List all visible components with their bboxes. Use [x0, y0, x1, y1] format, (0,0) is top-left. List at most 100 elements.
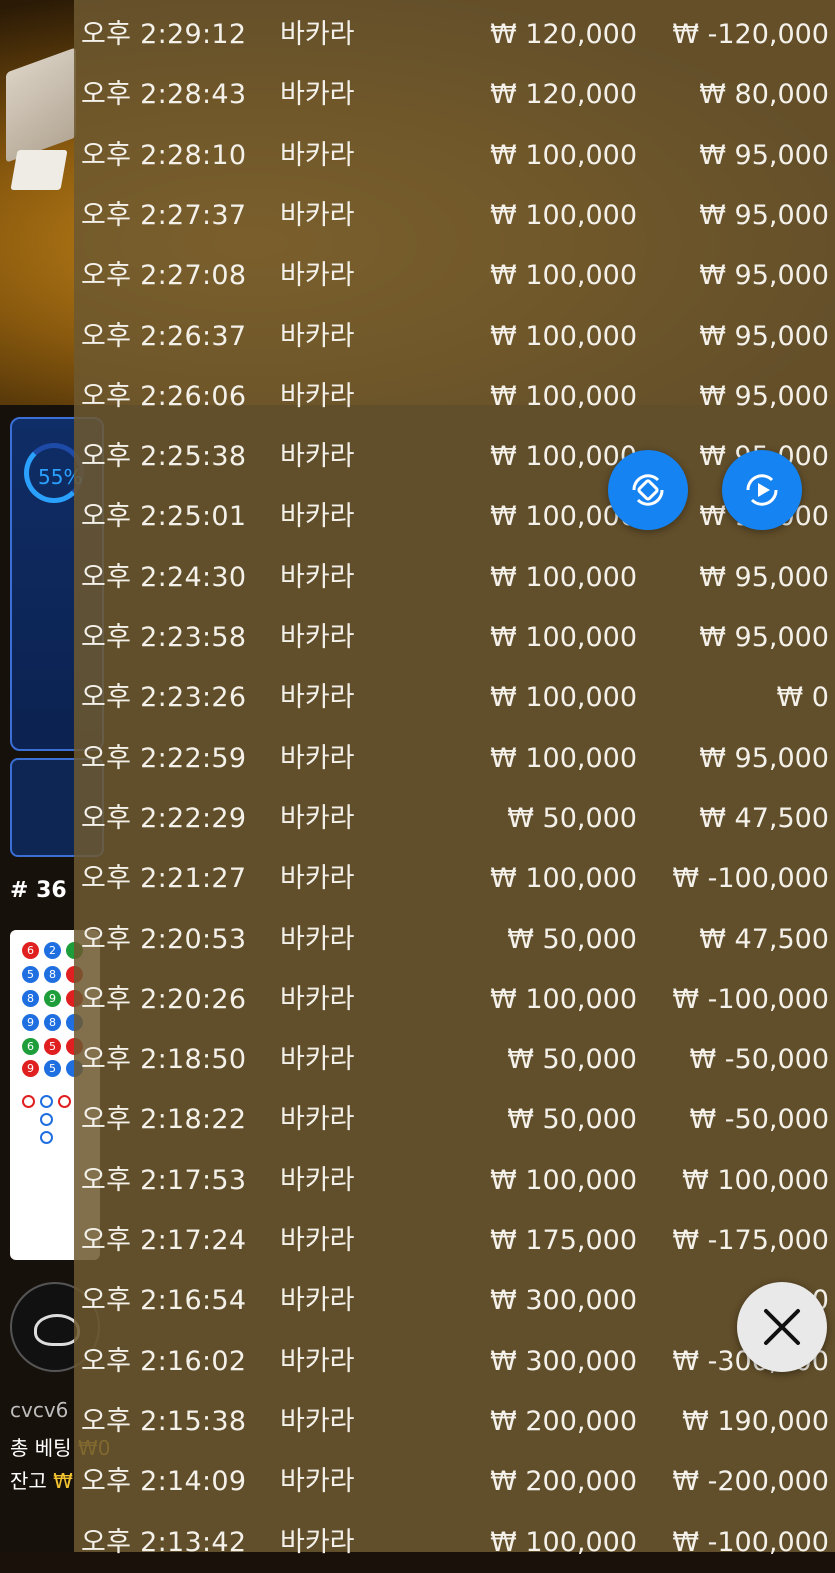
history-row: 오후 2:20:26 바카라 ₩ 100,000 ₩ -100,000: [74, 970, 835, 1030]
history-bet-amount: ₩ 200,000: [490, 1466, 637, 1498]
history-row: 오후 2:25:01바카라₩ 100,000₩ 95,000: [74, 487, 835, 547]
road-bead: 8: [44, 966, 61, 983]
big-road-mark: [40, 1131, 53, 1144]
history-bet-amount: ₩ 100,000: [490, 320, 637, 352]
history-time: 오후 2:13:42: [81, 1526, 247, 1558]
history-win-amount: ₩ -175,000: [672, 1225, 829, 1256]
history-win-amount: ₩ -100,000: [672, 863, 829, 895]
total-bet-label: 총 베팅: [10, 1436, 72, 1460]
road-bead: 2: [44, 942, 61, 959]
history-row: 오후 2:18:50 바카라 ₩ 50,000 ₩ -50,000: [74, 1030, 835, 1090]
history-bet-amount: ₩ 200,000: [490, 1405, 637, 1437]
bet-history-panel[interactable]: 오후 2:29:12 바카라 ₩ 120,000 ₩ -120,000 오후 2:28:…: [74, 0, 835, 1558]
history-bet-amount: ₩ 100,000: [490, 742, 637, 774]
history-time: 오후 2:15:38: [81, 1405, 247, 1437]
history-time: 오후 2:25:01: [81, 501, 247, 533]
balance-value: ₩: [53, 1469, 73, 1493]
history-time: 오후 2:20:53: [81, 923, 247, 955]
road-bead: 6: [22, 942, 39, 959]
history-row: 오후 2:22:29 바카라 ₩ 50,000 ₩ 47,500: [74, 789, 835, 849]
history-row: 오후 2:25:38바카라₩ 100,000₩ 95,000: [74, 427, 835, 487]
history-win-amount: ₩ 95,000: [699, 561, 829, 593]
history-bet-amount: ₩ 175,000: [490, 1225, 637, 1256]
history-bet-amount: ₩ 100,000: [490, 983, 637, 1015]
history-row: 오후 2:27:08 바카라 ₩ 100,000 ₩ 95,000: [74, 246, 835, 306]
big-road-mark: [40, 1113, 53, 1126]
history-game: 바카라: [280, 742, 355, 774]
history-time: 오후 2:20:26: [81, 983, 247, 1015]
history-bet-amount: ₩ 50,000: [507, 1104, 637, 1136]
history-bet-amount: ₩ 120,000: [490, 79, 637, 111]
close-history-button[interactable]: [737, 1282, 827, 1372]
screen-rotate-icon: [632, 474, 664, 506]
history-win-amount: ₩ 95,000: [699, 742, 829, 774]
history-game: 바카라: [280, 622, 355, 653]
history-game: 바카라: [280, 561, 355, 593]
history-row: 오후 2:13:42 바카라 ₩ 100,000 ₩ -100,000: [74, 1513, 835, 1573]
history-win-amount: ₩ 47,500: [699, 802, 829, 834]
history-bet-amount: ₩ 300,000: [490, 1285, 637, 1317]
history-bet-amount: ₩ 100,000: [490, 622, 637, 653]
history-row: 오후 2:28:10 바카라 ₩ 100,000 ₩ 95,000: [74, 126, 835, 186]
road-bead: 6: [22, 1038, 39, 1055]
history-win-amount: ₩ -120,000: [672, 19, 829, 50]
history-game: 바카라: [280, 441, 355, 473]
history-row: 오후 2:17:24 바카라 ₩ 175,000 ₩ -175,000: [74, 1211, 835, 1271]
card-stack: [10, 150, 68, 190]
history-time: 오후 2:14:09: [81, 1466, 247, 1498]
history-row: 오후 2:18:22 바카라 ₩ 50,000 ₩ -50,000: [74, 1090, 835, 1150]
history-row: 오후 2:24:30 바카라 ₩ 100,000 ₩ 95,000: [74, 548, 835, 608]
history-bet-amount: ₩ 100,000: [490, 863, 637, 895]
history-row: 오후 2:14:09 바카라 ₩ 200,000 ₩ -200,000: [74, 1452, 835, 1512]
history-game: 바카라: [280, 1345, 355, 1377]
history-row: 오후 2:15:38 바카라 ₩ 200,000 ₩ 190,000: [74, 1392, 835, 1452]
history-time: 오후 2:28:43: [81, 79, 247, 111]
history-time: 오후 2:27:37: [81, 199, 247, 231]
history-win-amount: ₩ 80,000: [699, 79, 829, 111]
history-bet-amount: ₩ 300,000: [490, 1345, 637, 1377]
history-row: 오후 2:20:53 바카라 ₩ 50,000 ₩ 47,500: [74, 910, 835, 970]
history-time: 오후 2:28:10: [81, 139, 247, 171]
history-time: 오후 2:24:30: [81, 561, 247, 593]
history-win-amount: ₩ 100,000: [682, 1164, 829, 1196]
history-win-amount: ₩ 47,500: [699, 923, 829, 955]
history-win-amount: ₩ 95,000: [699, 260, 829, 292]
history-bet-amount: ₩ 120,000: [490, 19, 637, 50]
road-bead: 5: [22, 966, 39, 983]
history-bet-amount: ₩ 100,000: [490, 139, 637, 171]
balance-label: 잔고: [10, 1469, 47, 1493]
road-bead: 9: [22, 1060, 39, 1077]
history-game: 바카라: [280, 1164, 355, 1196]
history-row: 오후 2:26:37 바카라 ₩ 100,000 ₩ 95,000: [74, 307, 835, 367]
history-game: 바카라: [280, 1466, 355, 1498]
history-game: 바카라: [280, 1104, 355, 1136]
history-row: 오후 2:23:58 바카라 ₩ 100,000 ₩ 95,000: [74, 608, 835, 668]
history-game: 바카라: [280, 139, 355, 171]
history-row: 오후 2:17:53 바카라 ₩ 100,000 ₩ 100,000: [74, 1151, 835, 1211]
rotate-screen-button[interactable]: [608, 450, 688, 530]
history-time: 오후 2:29:12: [81, 19, 247, 50]
history-win-amount: ₩ 95,000: [699, 139, 829, 171]
history-game: 바카라: [280, 380, 355, 412]
history-time: 오후 2:16:54: [81, 1285, 247, 1317]
history-win-amount: ₩ -50,000: [689, 1044, 830, 1076]
history-game: 바카라: [280, 19, 355, 50]
history-game: 바카라: [280, 320, 355, 352]
history-game: 바카라: [280, 1285, 355, 1317]
replay-button[interactable]: [722, 450, 802, 530]
history-bet-amount: ₩ 50,000: [507, 1044, 637, 1076]
history-game: 바카라: [280, 923, 355, 955]
history-bet-amount: ₩ 100,000: [490, 1164, 637, 1196]
history-time: 오후 2:27:08: [81, 260, 247, 292]
history-game: 바카라: [280, 1405, 355, 1437]
history-bet-amount: ₩ 100,000: [490, 682, 637, 714]
history-time: 오후 2:18:50: [81, 1044, 247, 1076]
road-bead: 9: [22, 1014, 39, 1031]
history-game: 바카라: [280, 682, 355, 714]
history-win-amount: ₩ -100,000: [672, 1526, 829, 1558]
big-road-mark: [58, 1095, 71, 1108]
close-icon: [764, 1309, 800, 1345]
history-time: 오후 2:22:29: [81, 802, 247, 834]
history-time: 오후 2:26:37: [81, 320, 247, 352]
history-win-amount: ₩ -100,000: [672, 983, 829, 1015]
